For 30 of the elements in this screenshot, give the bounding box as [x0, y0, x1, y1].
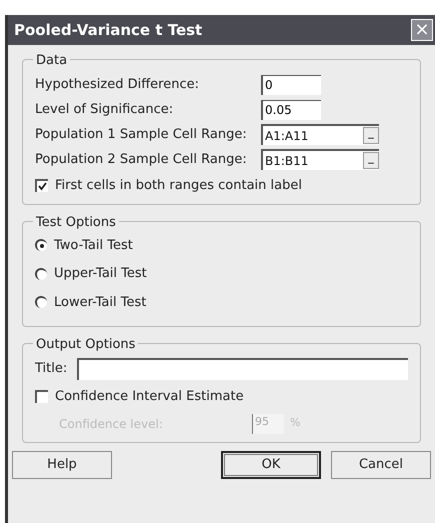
range-picker-button[interactable]: _ [363, 127, 379, 144]
field-label: Population 2 Sample Cell Range: [35, 150, 248, 169]
radio-button[interactable] [35, 296, 47, 308]
field-label: Level of Significance: [35, 100, 174, 119]
range-value: B1:B11 [265, 152, 308, 170]
radio-label: Upper-Tail Test [54, 265, 147, 283]
dialog-button[interactable]: Cancel [331, 450, 431, 478]
checkbox-label: Confidence Interval Estimate [55, 388, 244, 406]
dialog-button[interactable]: Help [12, 450, 112, 478]
input-field[interactable]: 0 [261, 74, 321, 94]
check-icon [38, 182, 47, 192]
radio-label: Two-Tail Test [54, 236, 133, 254]
title-input-field[interactable] [77, 358, 408, 380]
checkbox[interactable] [35, 179, 48, 192]
radio-button[interactable] [35, 239, 47, 252]
dialog-button[interactable]: OK [221, 450, 321, 478]
field-label: Title: [35, 360, 68, 378]
range-field[interactable]: B1:B11 _ [261, 149, 379, 170]
range-field[interactable]: A1:A11 _ [261, 124, 379, 145]
radio-label: Lower-Tail Test [54, 294, 146, 312]
field-label: Population 1 Sample Cell Range: [35, 126, 248, 144]
field-label: Hypothesized Difference: [35, 76, 200, 94]
radio-button[interactable] [35, 268, 47, 280]
range-value: A1:A11 [265, 128, 308, 144]
percent-label: % [290, 415, 300, 432]
window-title: Pooled-Variance t Test [14, 20, 202, 41]
input-field[interactable]: 0.05 [261, 100, 321, 120]
checkbox[interactable] [35, 390, 48, 404]
checkbox-label: First cells in both ranges contain label [55, 177, 302, 195]
range-picker-button[interactable]: _ [363, 152, 379, 169]
